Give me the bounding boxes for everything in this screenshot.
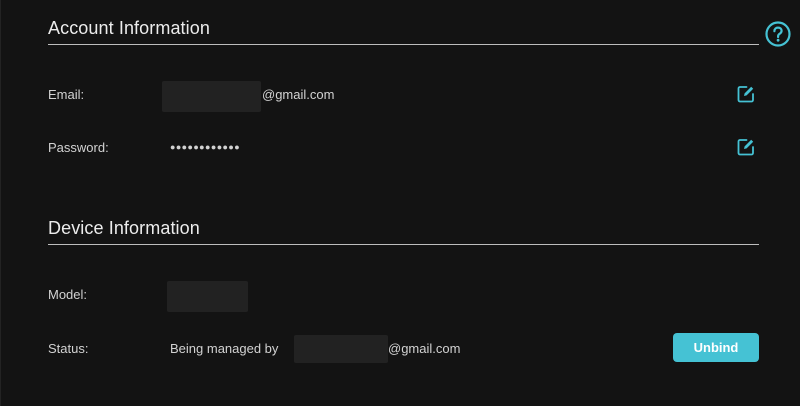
help-icon[interactable] [765,21,791,47]
device-section-title: Device Information [48,218,200,238]
account-divider [48,44,759,45]
account-section-title: Account Information [48,18,210,38]
password-mask: ●●●●●●●●●●●● [170,142,241,152]
status-text: Being managed by [170,341,279,356]
email-label: Email: [48,87,85,102]
email-domain: @gmail.com [262,87,335,102]
unbind-button[interactable]: Unbind [673,333,759,362]
settings-panel: Account Information Email: @gmail.com Pa… [0,0,800,406]
password-label: Password: [48,140,109,155]
model-label: Model: [48,287,88,302]
edit-email-icon[interactable] [737,85,755,103]
status-email-redacted [294,335,388,363]
edit-password-icon[interactable] [737,138,755,156]
model-redacted [167,281,248,312]
device-divider [48,244,759,245]
email-redacted [162,81,261,112]
status-label: Status: [48,341,89,356]
status-email-domain: @gmail.com [388,341,461,356]
